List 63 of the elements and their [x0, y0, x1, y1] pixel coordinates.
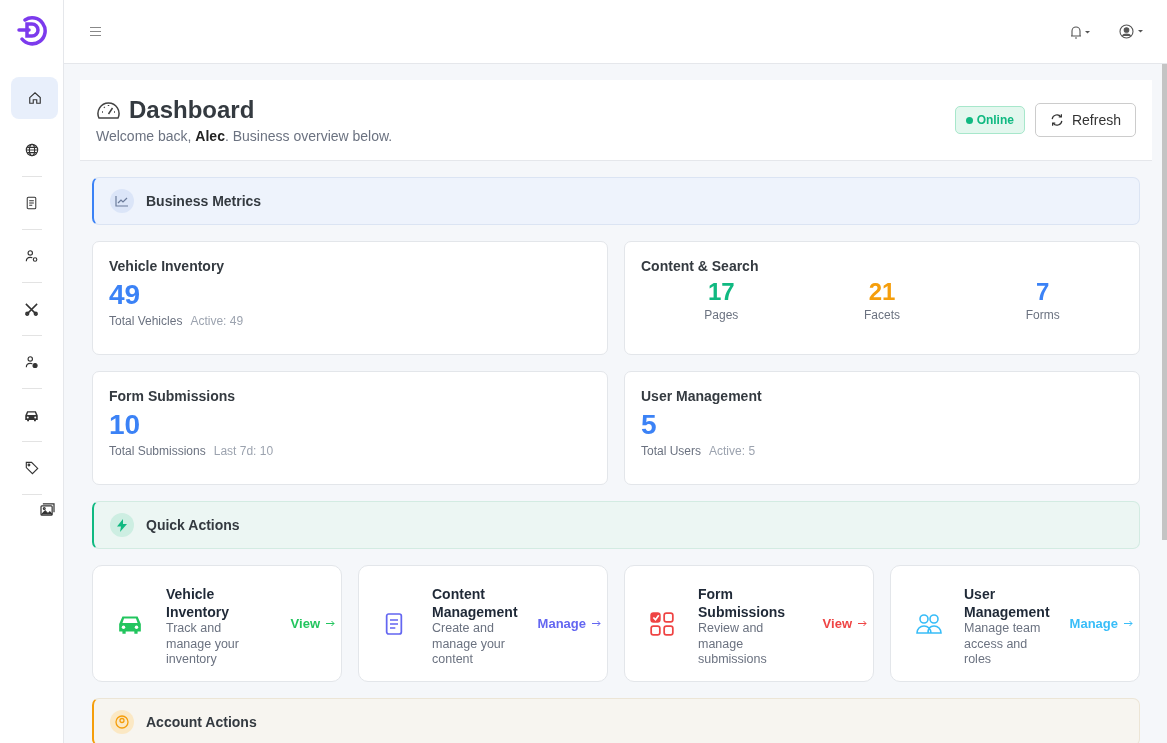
metric-caption: Total Submissions — [109, 444, 206, 458]
stat-value: 17 — [707, 278, 735, 306]
section-title: Business Metrics — [146, 193, 262, 209]
metric-value: 5 — [641, 409, 658, 441]
status-badge: Online — [954, 106, 1025, 134]
arrow-icon — [592, 620, 601, 627]
logo-icon — [15, 14, 48, 46]
metric-caption: Total Users — [641, 444, 702, 458]
section-title: Quick Actions — [146, 517, 240, 533]
refresh-icon — [1049, 113, 1064, 127]
metric-detail: Active: 5 — [709, 444, 756, 458]
action-link[interactable]: Manage — [537, 616, 601, 631]
tools-icon — [24, 301, 39, 317]
users-icon — [915, 611, 943, 636]
arrow-icon — [1124, 620, 1133, 627]
metric-detail: Last 7d: 10 — [213, 444, 274, 458]
page-title: Dashboard — [129, 96, 255, 124]
metric-value: 49 — [109, 279, 142, 311]
chart-icon — [110, 189, 134, 213]
arrow-icon — [326, 620, 335, 627]
welcome-text: Welcome back, Alec. Business overview below. — [96, 128, 394, 144]
arrow-icon — [858, 620, 867, 627]
stat-label: Facets — [864, 308, 900, 322]
metric-value: 10 — [109, 409, 142, 441]
menu-icon[interactable] — [90, 27, 101, 36]
user-gear-icon — [24, 249, 39, 263]
user-check-icon — [24, 355, 39, 369]
metric-detail: Active: 49 — [190, 314, 244, 328]
stat-value: 21 — [868, 278, 896, 306]
action-link[interactable]: View — [290, 616, 335, 631]
user-circle-icon — [110, 710, 134, 734]
tag-icon — [24, 461, 39, 475]
action-title: Vehicle Inventory — [166, 585, 230, 622]
scrollbar[interactable] — [1162, 64, 1167, 540]
speedometer-icon — [96, 100, 121, 120]
stat-label: Forms — [1025, 308, 1060, 322]
sidebar-item[interactable] — [11, 77, 58, 119]
stat-label: Pages — [704, 308, 739, 322]
home-icon — [27, 91, 42, 105]
car-icon — [24, 408, 39, 422]
action-description: Manage team access and roles — [964, 621, 1042, 668]
metric-caption: Total Vehicles — [109, 314, 183, 328]
action-description: Track and manage your inventory — [166, 621, 240, 668]
action-title: Content Management — [432, 585, 519, 622]
document-icon — [383, 611, 405, 636]
card-title: Content & Search — [641, 258, 760, 274]
action-description: Create and manage your content — [432, 621, 506, 668]
action-title: User Management — [964, 585, 1051, 622]
image-icon — [39, 502, 55, 516]
section-title: Account Actions — [146, 714, 257, 730]
lightning-icon — [110, 513, 134, 537]
document-icon — [25, 196, 38, 210]
action-description: Review and manage submissions — [698, 621, 768, 668]
checklist-grid-icon — [649, 610, 675, 637]
card-title: Form Submissions — [109, 388, 237, 404]
globe-icon — [24, 143, 39, 157]
refresh-button[interactable]: Refresh — [1034, 103, 1136, 137]
card-title: Vehicle Inventory — [109, 258, 226, 274]
action-link[interactable]: Manage — [1069, 616, 1133, 631]
stat-value: 7 — [1036, 278, 1050, 306]
action-title: Form Submissions — [698, 585, 787, 622]
card-title: User Management — [641, 388, 763, 404]
action-link[interactable]: View — [822, 616, 867, 631]
